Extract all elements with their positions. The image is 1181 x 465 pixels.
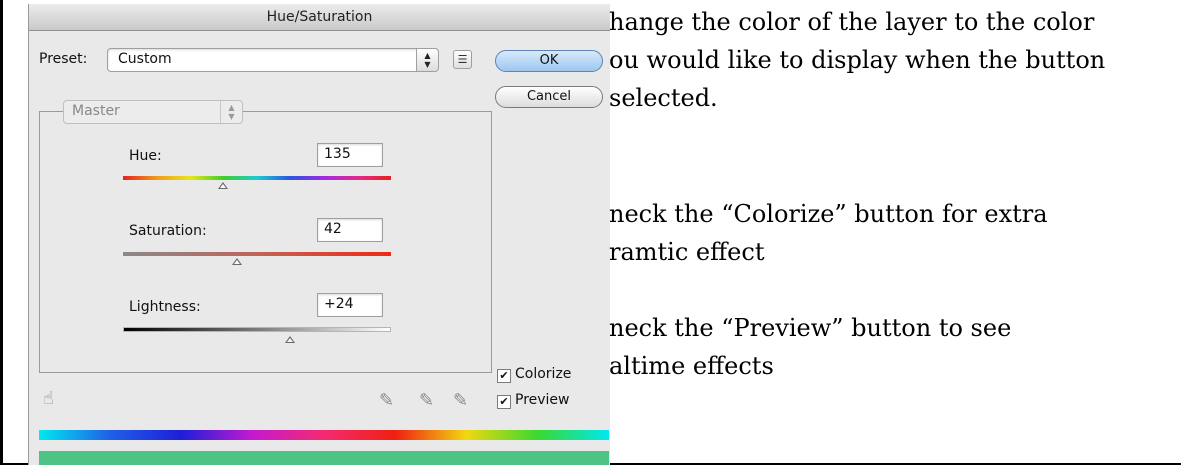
colorize-check-icon[interactable]: ✔ [497,369,511,383]
preset-options-icon[interactable]: ☰ [453,50,472,69]
preview-checkbox[interactable]: ✔ Preview [497,392,570,409]
hue-label: Hue: [129,148,162,164]
colorize-checkbox[interactable]: ✔ Colorize [497,366,571,383]
lightness-slider-thumb[interactable] [285,336,295,343]
table-border-left [0,0,3,465]
channel-stepper-icon[interactable]: ▲ ▼ [220,101,242,123]
preset-value: Custom [118,51,172,67]
preview-label: Preview [515,392,570,408]
doc-line-5: ramtic effect [609,238,765,266]
doc-line-6: neck the “Preview” button to see [609,314,1012,342]
doc-line-2: ou would like to display when the button [609,46,1106,74]
saturation-slider-thumb[interactable] [232,258,242,265]
preset-dropdown[interactable]: Custom ▲ ▼ [107,48,439,72]
hand-adjust-icon[interactable]: ☝ [43,388,54,409]
doc-line-1: hange the color of the layer to the colo… [609,8,1095,36]
dialog-title: Hue/Saturation [29,4,610,31]
colorize-result-bar [39,451,609,465]
hue-slider-track[interactable] [123,176,391,180]
saturation-value: 42 [324,221,342,237]
hue-spectrum-bar [39,430,609,440]
doc-line-4: neck the “Colorize” button for extra [609,200,1048,228]
lightness-input[interactable]: +24 [317,293,383,317]
lightness-value: +24 [324,296,354,312]
hue-slider-thumb[interactable] [218,182,228,189]
eyedropper-icon[interactable]: ✎ [379,390,394,411]
hue-saturation-dialog: Hue/Saturation Preset: Custom ▲ ▼ ☰ OK Ca… [28,4,610,465]
saturation-label: Saturation: [129,223,207,239]
ok-button[interactable]: OK [495,50,603,72]
hue-value: 135 [324,146,351,162]
saturation-input[interactable]: 42 [317,218,383,242]
lightness-slider-track[interactable] [123,327,391,332]
cancel-button[interactable]: Cancel [495,86,603,108]
lightness-label: Lightness: [129,299,201,315]
channel-dropdown[interactable]: Master ▲ ▼ [63,100,243,124]
eyedropper-plus-icon[interactable]: ✎ [419,390,434,411]
preset-label: Preset: [39,51,88,67]
doc-line-7: altime effects [609,352,774,380]
saturation-slider-track[interactable] [123,252,391,256]
preset-stepper-icon[interactable]: ▲ ▼ [416,49,438,71]
doc-line-3: selected. [609,84,718,112]
preview-check-icon[interactable]: ✔ [497,395,511,409]
eyedropper-minus-icon[interactable]: ✎ [453,390,468,411]
hue-input[interactable]: 135 [317,143,383,167]
colorize-label: Colorize [515,366,572,382]
adjustment-group [39,111,492,373]
channel-value: Master [72,103,120,119]
